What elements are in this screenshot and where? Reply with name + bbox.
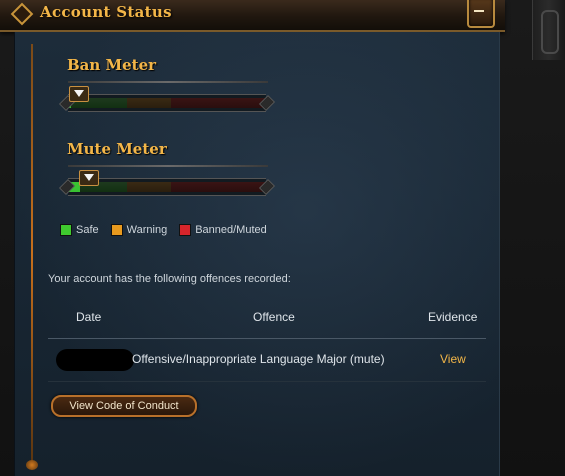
mute-meter-title: Mute Meter [67, 140, 167, 158]
meter-legend: Safe Warning Banned/Muted [60, 224, 267, 236]
safe-swatch-icon [60, 224, 72, 236]
row-divider [48, 381, 486, 382]
legend-safe: Safe [60, 224, 99, 236]
warning-swatch-icon [110, 224, 123, 236]
decorative-rail [31, 44, 33, 464]
column-header-evidence: Evidence [428, 310, 478, 324]
ban-meter-marker-icon [69, 86, 89, 102]
ban-meter-rule [68, 81, 268, 83]
section-title: Account Status [40, 3, 172, 21]
view-evidence-link[interactable]: View [440, 352, 466, 366]
legend-banned: Banned/Muted [179, 224, 267, 236]
mute-meter-rule [68, 165, 268, 167]
minus-icon [474, 10, 484, 12]
view-code-of-conduct-button[interactable]: View Code of Conduct [51, 395, 197, 417]
redacted-date [56, 349, 134, 371]
ban-meter-bar [59, 94, 275, 112]
section-header: Account Status [0, 0, 505, 32]
table-divider [48, 338, 486, 339]
collapse-button[interactable] [467, 0, 495, 28]
legend-warning: Warning [110, 224, 167, 236]
column-header-date: Date [76, 310, 102, 324]
rail-tip-icon [26, 460, 38, 470]
column-header-offence: Offence [253, 310, 295, 324]
ban-meter-title: Ban Meter [67, 56, 157, 74]
side-ornament [532, 0, 565, 60]
gem-icon [10, 2, 34, 26]
offence-cell: Offensive/Inappropriate Language Major (… [132, 352, 385, 366]
mute-meter-marker-icon [79, 170, 99, 186]
banned-swatch-icon [179, 224, 192, 236]
offences-intro: Your account has the following offences … [48, 273, 291, 285]
